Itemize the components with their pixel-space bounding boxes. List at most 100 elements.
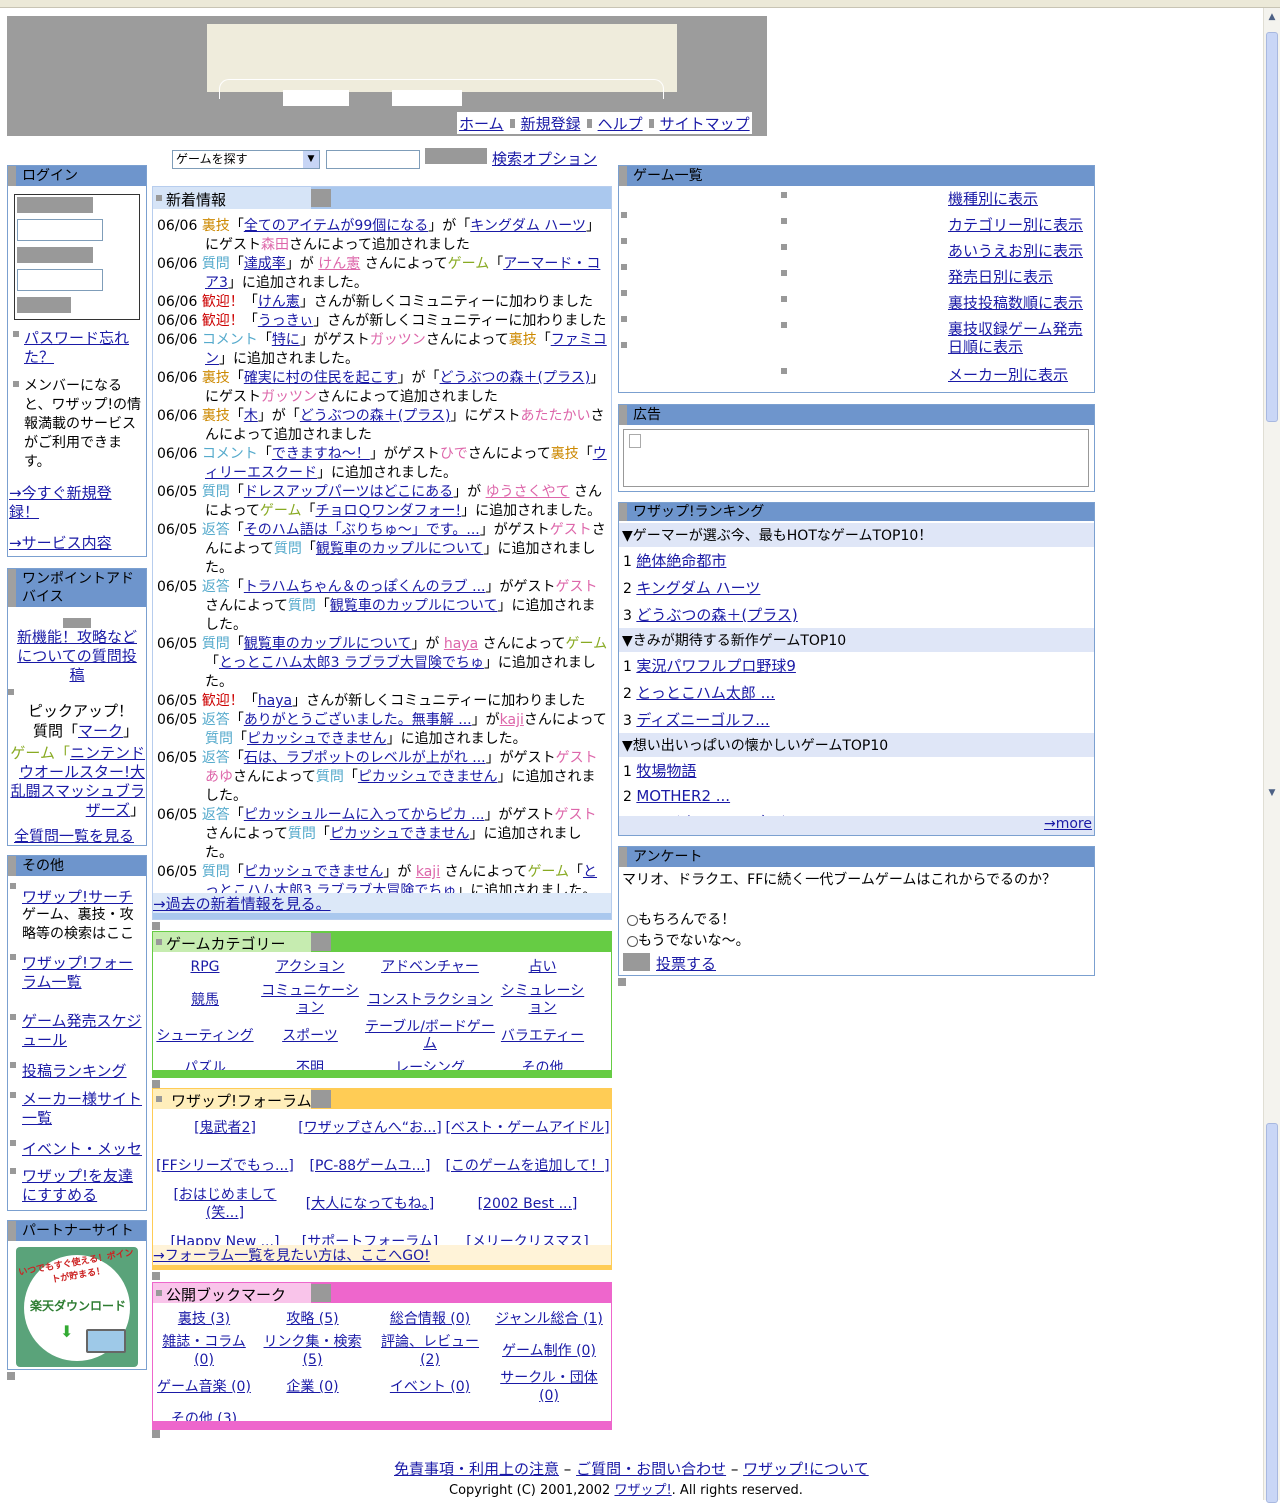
ranking-more-link[interactable]: →more <box>1044 816 1092 832</box>
rakuten-download-banner[interactable]: いつでもすぐ使える！ポイントが貯まる！ 楽天ダウンロード ⬇ <box>16 1247 138 1367</box>
news-link[interactable]: ピカッシュできません <box>358 769 498 785</box>
news-link[interactable]: うっきぃ <box>258 313 313 329</box>
news-link[interactable]: そのハム語は「ぶりちゅ～」です。... <box>244 522 480 538</box>
bookmark-link[interactable]: ジャンル総合 (1) <box>495 1310 603 1328</box>
nav-sitemap-link[interactable]: サイトマップ <box>660 113 750 134</box>
register-now-link[interactable]: →今すぐ新規登録！ <box>9 484 134 522</box>
category-link[interactable]: RPG <box>190 959 219 976</box>
login-button[interactable] <box>17 297 71 313</box>
forum-list-link[interactable]: →フォーラム一覧を見たい方は、ここへGO! <box>153 1248 430 1264</box>
search-input[interactable] <box>326 150 420 169</box>
radio-icon[interactable] <box>627 935 638 947</box>
news-link[interactable]: 木 <box>244 408 258 424</box>
gamelist-link[interactable]: 裏技投稿数順に表示 <box>948 294 1093 312</box>
news-link[interactable]: とっとこハム太郎3 ラブラブ大冒険でちゅ <box>219 655 484 671</box>
forum-link[interactable]: [PC-88ゲームユ...] <box>310 1157 431 1175</box>
gamelist-link[interactable]: 裏技収録ゲーム発売日順に表示 <box>948 320 1093 356</box>
bookmark-link[interactable]: リンク集・検索 (5) <box>255 1333 370 1369</box>
other-item-forum[interactable]: ワザップ!フォーラム一覧 <box>22 954 144 992</box>
gamelist-link[interactable]: あいうえお別に表示 <box>948 242 1093 260</box>
scroll-up-icon[interactable]: ▲ <box>1265 10 1279 24</box>
footer-contact-link[interactable]: ご質問・お問い合わせ <box>576 1460 726 1478</box>
bookmark-link[interactable]: イベント (0) <box>390 1378 470 1396</box>
scroll-down-icon[interactable]: ▼ <box>1265 786 1279 800</box>
other-item-event[interactable]: イベント・メッセ <box>22 1138 142 1159</box>
ranking-link[interactable]: とっとこハム太郎 ... <box>636 684 775 702</box>
news-link[interactable]: 石は、ラブポットのレベルが上がれ ... <box>244 750 486 766</box>
ranking-link[interactable]: 実況パワフルプロ野球9 <box>636 657 796 675</box>
gamelist-link[interactable]: 機種別に表示 <box>948 190 1093 208</box>
enquete-option-2[interactable]: もうでないな～。 <box>627 930 750 950</box>
bookmark-link[interactable]: ゲーム制作 (0) <box>502 1342 596 1360</box>
ad-image-placeholder[interactable] <box>623 429 1089 487</box>
gamelist-link[interactable]: 発売日別に表示 <box>948 268 1093 286</box>
vote-button[interactable] <box>623 953 650 971</box>
chevron-down-icon[interactable]: ▼ <box>303 151 319 168</box>
forum-link[interactable]: [このゲームを追加して！] <box>445 1157 609 1175</box>
forgot-password-link[interactable]: パスワード忘れた？ <box>24 329 142 367</box>
gamelist-link[interactable]: メーカー別に表示 <box>948 366 1093 384</box>
ranking-link[interactable]: ディズニーゴルフ... <box>636 711 769 729</box>
username-input[interactable] <box>17 219 103 241</box>
other-item-recommend[interactable]: ワザップ!を友達にすすめる <box>22 1167 146 1205</box>
news-link[interactable]: ピカッシュできません <box>244 864 384 880</box>
news-link[interactable]: 観覧車のカップルについて <box>316 541 484 557</box>
forum-link[interactable]: [ワザップさんへ“お...] <box>298 1119 442 1137</box>
vertical-scrollbar[interactable]: ▲ ▼ <box>1263 8 1280 1503</box>
copyright-link[interactable]: ワザップ! <box>614 1483 671 1498</box>
bookmark-link[interactable]: 企業 (0) <box>286 1378 338 1396</box>
bookmark-link[interactable]: 裏技 (3) <box>178 1310 230 1328</box>
category-link[interactable]: アドベンチャー <box>381 959 479 976</box>
nav-register-link[interactable]: 新規登録 <box>521 113 581 134</box>
category-link[interactable]: シミュレーション <box>495 983 590 1017</box>
forum-link[interactable]: [ベスト・ゲームアイドル] <box>445 1119 609 1137</box>
news-link[interactable]: けん憲 <box>258 294 300 310</box>
news-link[interactable]: チョロＱワンダフォー! <box>315 503 461 519</box>
news-link[interactable]: kaji <box>500 712 524 728</box>
bookmark-link[interactable]: 総合情報 (0) <box>390 1310 470 1328</box>
category-link[interactable]: アクション <box>275 959 344 976</box>
new-feature-link[interactable]: 新機能！攻略などについての質問投稿 <box>13 628 141 685</box>
vote-link[interactable]: 投票する <box>656 953 716 974</box>
news-link[interactable]: けん憲 <box>318 256 360 272</box>
category-link[interactable]: コミュニケーション <box>255 983 365 1017</box>
bookmark-link[interactable]: 攻略 (5) <box>286 1310 338 1328</box>
news-link[interactable]: できますね～！ <box>272 446 370 462</box>
news-link[interactable]: ゆうさくやて <box>486 484 570 500</box>
forum-link[interactable]: [大人になってもね。] <box>306 1195 435 1213</box>
category-link[interactable]: テーブル/ボードゲーム <box>365 1019 495 1053</box>
bookmark-link[interactable]: ゲーム音楽 (0) <box>157 1378 251 1396</box>
enquete-option-1[interactable]: もちろんでる！ <box>627 909 735 929</box>
news-link[interactable]: 観覧車のカップルについて <box>244 636 412 652</box>
nav-help-link[interactable]: ヘルプ <box>598 113 643 134</box>
news-link[interactable]: haya <box>444 636 478 652</box>
other-item-schedule[interactable]: ゲーム発売スケジュール <box>22 1012 144 1050</box>
news-link[interactable]: ピカッシュできません <box>247 731 387 747</box>
news-link[interactable]: 特に <box>272 332 300 348</box>
ranking-link[interactable]: 牧場物語 <box>636 762 696 780</box>
password-input[interactable] <box>17 269 103 291</box>
past-news-link[interactable]: →過去の新着情報を見る。 <box>153 895 331 913</box>
search-button[interactable] <box>425 148 487 164</box>
news-link[interactable]: ピカッシュできません <box>330 826 470 842</box>
bookmark-link[interactable]: サークル・団体 (0) <box>490 1369 608 1405</box>
other-item-ranking[interactable]: 投稿ランキング <box>22 1060 127 1081</box>
category-link[interactable]: バラエティー <box>501 1028 584 1045</box>
news-link[interactable]: キングダム ハーツ <box>470 218 586 234</box>
news-link[interactable]: 確実に村の住民を起こす <box>244 370 398 386</box>
news-link[interactable]: どうぶつの森＋(プラス) <box>440 370 591 386</box>
search-options-link[interactable]: 検索オプション <box>492 148 597 169</box>
footer-disclaimer-link[interactable]: 免責事項・利用上の注意 <box>394 1460 559 1478</box>
news-link[interactable]: 達成率 <box>244 256 286 272</box>
news-link[interactable]: ありがとうございました。無事解 ... <box>244 712 472 728</box>
all-questions-link[interactable]: 全質問一覧を見る <box>14 825 134 846</box>
ranking-link[interactable]: どうぶつの森＋(プラス) <box>636 606 797 624</box>
other-item-maker[interactable]: メーカー様サイト一覧 <box>22 1090 144 1128</box>
category-link[interactable]: コンストラクション <box>367 992 493 1009</box>
forum-link[interactable]: [2002 Best ...] <box>478 1195 578 1213</box>
bookmark-link[interactable]: 評論、レビュー (2) <box>370 1333 490 1369</box>
bookmark-link[interactable]: 雑誌・コラム (0) <box>153 1333 255 1369</box>
radio-icon[interactable] <box>627 914 638 926</box>
category-link[interactable]: シューティング <box>156 1028 253 1045</box>
scrollbar-thumb-lower[interactable] <box>1266 1123 1278 1503</box>
